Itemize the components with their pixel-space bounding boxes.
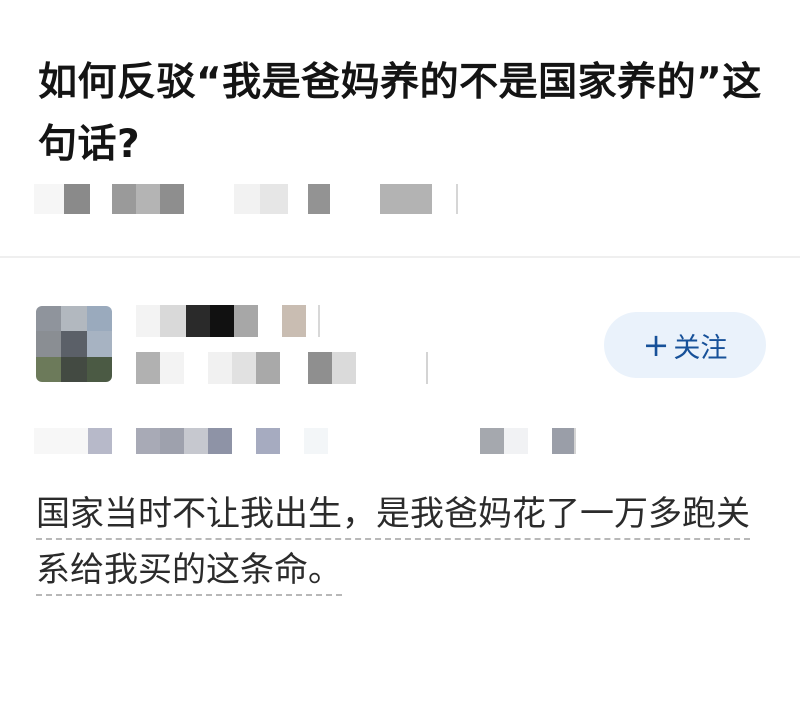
answer-meta-redacted (34, 428, 576, 454)
plus-icon: + (642, 326, 670, 364)
author-name-redacted (136, 305, 322, 337)
section-divider (0, 256, 800, 258)
avatar[interactable] (36, 306, 112, 382)
author-bio-redacted (136, 352, 428, 384)
answer-underlined-text: 国家当时不让我出生，是我爸妈花了一万多跑关系给我买的这条命。 (36, 494, 750, 596)
follow-button[interactable]: + 关注 (604, 312, 766, 378)
follow-label: 关注 (673, 332, 728, 364)
question-meta-redacted (34, 184, 458, 214)
answer-text[interactable]: 国家当时不让我出生，是我爸妈花了一万多跑关系给我买的这条命。 (36, 486, 766, 598)
question-title[interactable]: 如何反驳“我是爸妈养的不是国家养的”这句话? (38, 52, 778, 176)
question-header: 如何反驳“我是爸妈养的不是国家养的”这句话? (38, 52, 778, 176)
